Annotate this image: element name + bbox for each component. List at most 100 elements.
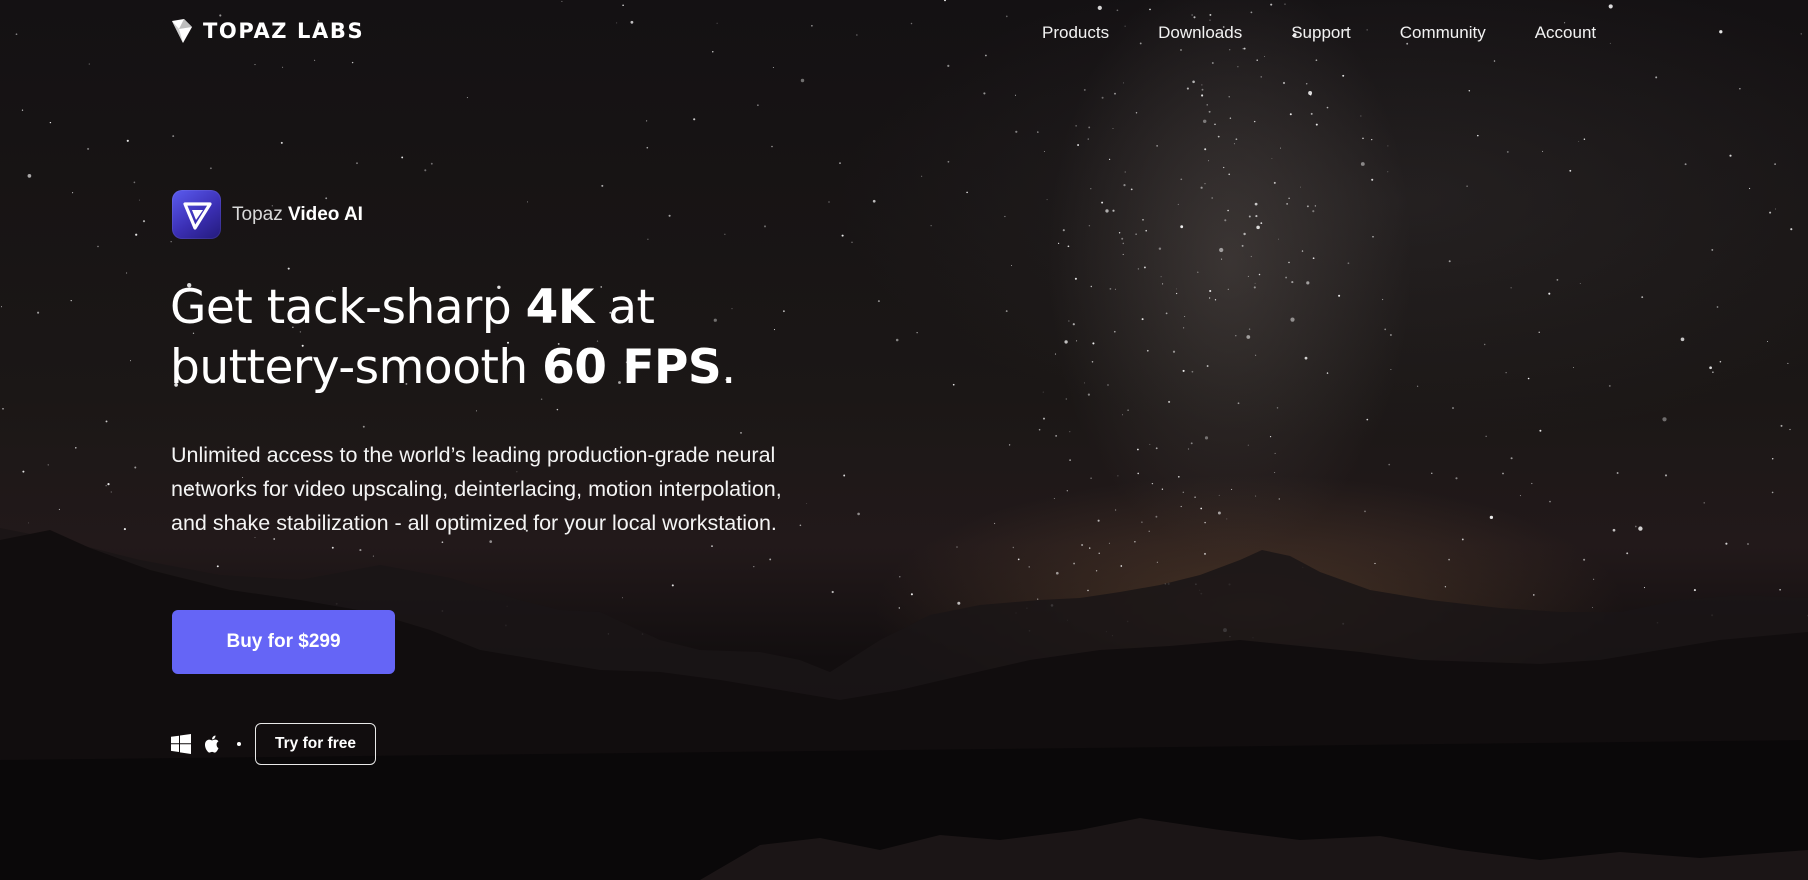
star <box>1135 112 1138 114</box>
star <box>1271 158 1273 159</box>
star <box>135 233 138 236</box>
star <box>1053 497 1055 499</box>
star <box>1510 457 1513 460</box>
star <box>209 167 212 170</box>
star <box>1055 571 1059 575</box>
star <box>1172 350 1176 353</box>
star <box>764 225 766 228</box>
try-for-free-button[interactable]: Try for free <box>255 723 376 765</box>
star <box>1431 472 1433 474</box>
star <box>724 233 726 235</box>
star <box>1055 435 1057 437</box>
star <box>1787 362 1789 364</box>
star <box>1247 275 1249 277</box>
star <box>1226 518 1228 520</box>
star <box>280 141 283 144</box>
buy-button[interactable]: Buy for $299 <box>172 610 395 674</box>
video-ai-play-icon <box>172 190 221 239</box>
star <box>1122 414 1123 416</box>
star <box>1214 123 1216 126</box>
star <box>1113 330 1116 333</box>
star <box>1246 335 1251 339</box>
star <box>1241 244 1244 247</box>
nav-item-community[interactable]: Community <box>1400 23 1486 43</box>
star <box>1315 123 1318 126</box>
star <box>1184 315 1186 317</box>
nav-item-downloads[interactable]: Downloads <box>1158 23 1242 43</box>
star <box>1248 215 1251 218</box>
star <box>362 425 365 428</box>
star <box>1208 297 1211 299</box>
star <box>1223 166 1225 169</box>
nav-item-account[interactable]: Account <box>1535 23 1596 43</box>
star <box>1177 475 1180 478</box>
star <box>1260 76 1262 78</box>
star <box>1502 472 1504 475</box>
star <box>489 540 493 543</box>
star <box>1247 444 1249 446</box>
star <box>1084 382 1086 384</box>
star <box>1108 542 1110 544</box>
star <box>1088 225 1091 227</box>
hero-section: TOPAZ LABS Products Downloads Support Co… <box>0 0 1808 880</box>
star <box>1124 171 1126 173</box>
star <box>828 201 830 203</box>
star <box>1201 84 1203 86</box>
headline-line2-suffix: . <box>721 340 736 395</box>
topaz-labs-logo-link[interactable]: TOPAZ LABS <box>171 18 364 44</box>
star <box>1506 150 1509 153</box>
star <box>771 145 773 148</box>
star <box>1314 205 1317 207</box>
star <box>952 383 955 386</box>
star <box>1160 276 1162 278</box>
star <box>1149 443 1151 445</box>
star <box>1005 310 1008 313</box>
star <box>1278 498 1281 500</box>
star <box>1250 255 1252 258</box>
headline-line2-prefix: buttery-smooth <box>170 340 543 395</box>
star <box>1387 145 1389 147</box>
star <box>1165 312 1168 315</box>
star <box>1233 143 1235 145</box>
star <box>1069 431 1071 433</box>
star <box>895 338 899 342</box>
star <box>872 199 876 203</box>
star <box>1338 294 1341 297</box>
star <box>1214 299 1217 301</box>
star <box>1204 148 1207 151</box>
star <box>1182 491 1184 493</box>
star <box>1200 186 1203 189</box>
star <box>1638 526 1643 531</box>
logo-wordmark: TOPAZ LABS <box>203 19 365 43</box>
star <box>671 584 674 587</box>
star <box>556 408 559 411</box>
star <box>898 607 900 609</box>
star <box>1091 361 1094 363</box>
star <box>1015 94 1016 96</box>
star <box>1088 126 1091 129</box>
product-badge: Topaz Video AI <box>172 190 363 239</box>
star <box>1527 377 1530 380</box>
star <box>1168 400 1171 403</box>
star <box>1274 471 1276 473</box>
star <box>1384 328 1387 331</box>
star <box>1790 228 1793 231</box>
headline-4k: 4K <box>525 280 595 335</box>
star <box>994 522 996 525</box>
star <box>1749 187 1751 190</box>
star <box>1253 120 1256 123</box>
nav-item-products[interactable]: Products <box>1042 23 1109 43</box>
nav-item-support[interactable]: Support <box>1291 23 1351 43</box>
star <box>1305 83 1308 85</box>
star <box>1485 435 1487 437</box>
star <box>1310 112 1313 115</box>
windows-icon <box>171 734 191 754</box>
star <box>806 502 808 504</box>
star <box>1156 561 1158 563</box>
star <box>527 201 528 203</box>
star <box>47 464 49 466</box>
star <box>2 407 4 410</box>
star <box>1143 266 1146 269</box>
star <box>1004 215 1006 218</box>
star <box>1037 598 1039 600</box>
